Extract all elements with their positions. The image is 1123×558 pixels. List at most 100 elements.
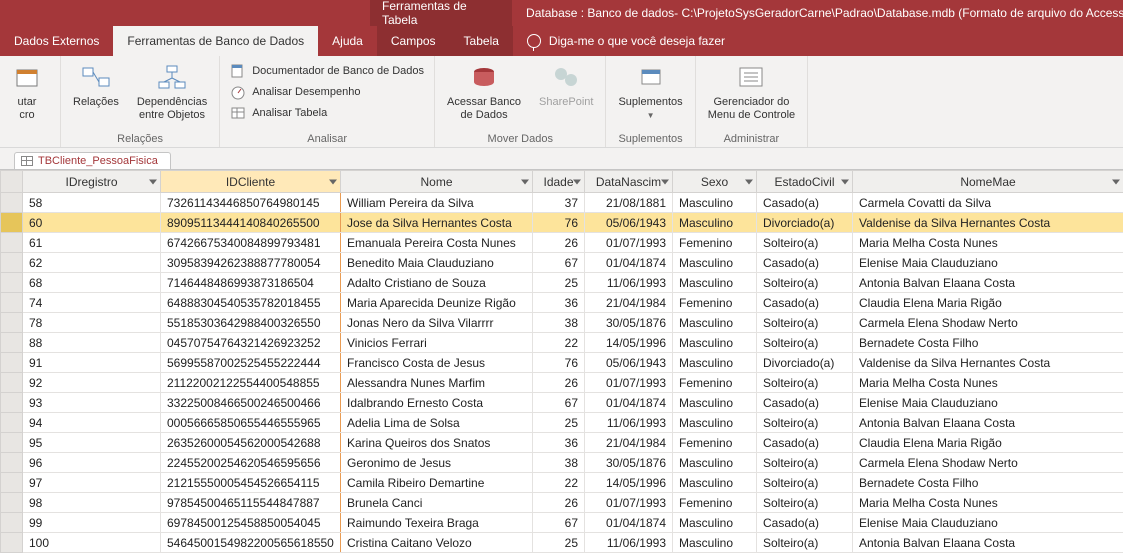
cell-idregistro[interactable]: 93 (23, 393, 161, 413)
cell-datanascim[interactable]: 11/06/1993 (585, 273, 673, 293)
cell-idcliente[interactable]: 5518530364298840032655​0 (161, 313, 341, 333)
cell-idade[interactable]: 26 (533, 233, 585, 253)
cell-idregistro[interactable]: 88 (23, 333, 161, 353)
row-selector[interactable] (1, 373, 23, 393)
table-row[interactable]: 989785450046511554484788​7Brunela Canci2… (1, 493, 1123, 513)
cell-datanascim[interactable]: 05/06/1943 (585, 353, 673, 373)
cell-idcliente[interactable]: 2245520025462054659565​6 (161, 453, 341, 473)
cell-datanascim[interactable]: 01/04/1874 (585, 253, 673, 273)
tab-dados-externos[interactable]: Dados Externos (0, 26, 113, 56)
cell-idcliente[interactable]: 9785450046511554484788​7 (161, 493, 341, 513)
cell-sexo[interactable]: Femenino (673, 233, 757, 253)
cell-idcliente[interactable]: 6978450012545885005404​5 (161, 513, 341, 533)
cell-datanascim[interactable]: 01/07/1993 (585, 373, 673, 393)
row-selector[interactable] (1, 233, 23, 253)
table-row[interactable]: 940005666585065544655596​5Adelia Lima de… (1, 413, 1123, 433)
table-tab-tbcliente[interactable]: TBCliente_PessoaFisica (14, 152, 171, 169)
dropdown-icon[interactable] (521, 179, 529, 184)
analyze-table-button[interactable]: Analisar Tabela (228, 104, 426, 122)
cell-idcliente[interactable]: 0457075476432142692325​2 (161, 333, 341, 353)
cell-sexo[interactable]: Masculino (673, 313, 757, 333)
tab-tabela[interactable]: Tabela (450, 26, 513, 56)
cell-nome[interactable]: Karina Queiros dos Snatos (341, 433, 533, 453)
cell-nome[interactable]: Adalto Cristiano de Souza (341, 273, 533, 293)
cell-idregistro[interactable]: 68 (23, 273, 161, 293)
cell-datanascim[interactable]: 14/05/1996 (585, 473, 673, 493)
dropdown-icon[interactable] (149, 179, 157, 184)
cell-nomemae[interactable]: Elenise Maia Clauduziano (853, 253, 1123, 273)
cell-estadocivil[interactable]: Casado(a) (757, 293, 853, 313)
cell-idcliente[interactable]: 5699558700252545522244​4 (161, 353, 341, 373)
cell-idade[interactable]: 38 (533, 313, 585, 333)
cell-nomemae[interactable]: Maria Melha Costa Nunes (853, 233, 1123, 253)
table-row[interactable]: 933322500846650024650046​6Idalbrando Ern… (1, 393, 1123, 413)
cell-idregistro[interactable]: 61 (23, 233, 161, 253)
row-selector[interactable] (1, 273, 23, 293)
cell-datanascim[interactable]: 01/04/1874 (585, 513, 673, 533)
cell-idcliente[interactable]: 0005666585065544655596​5 (161, 413, 341, 433)
table-row[interactable]: 616742667534008489979348​1Emanuala Perei… (1, 233, 1123, 253)
col-sexo[interactable]: Sexo (673, 171, 757, 193)
cell-nomemae[interactable]: Antonia Balvan Elaana Costa (853, 413, 1123, 433)
row-selector[interactable] (1, 413, 23, 433)
cell-nomemae[interactable]: Claudia Elena Maria Rigão (853, 433, 1123, 453)
col-nome[interactable]: Nome (341, 171, 533, 193)
cell-idregistro[interactable]: 95 (23, 433, 161, 453)
cell-datanascim[interactable]: 21/04/1984 (585, 293, 673, 313)
table-row[interactable]: 608909511344414084026550​0Jose da Silva … (1, 213, 1123, 233)
cell-idregistro[interactable]: 58 (23, 193, 161, 213)
cell-estadocivil[interactable]: Casado(a) (757, 393, 853, 413)
cell-idcliente[interactable]: 3095839426238887778005​4 (161, 253, 341, 273)
row-selector[interactable] (1, 533, 23, 553)
table-row[interactable]: 880457075476432142692325​2Vinicios Ferra… (1, 333, 1123, 353)
cell-idade[interactable]: 26 (533, 493, 585, 513)
cell-nome[interactable]: Alessandra Nunes Marfim (341, 373, 533, 393)
cell-sexo[interactable]: Masculino (673, 193, 757, 213)
tab-ferramentas-bd[interactable]: Ferramentas de Banco de Dados (113, 26, 318, 56)
row-selector[interactable] (1, 453, 23, 473)
cell-estadocivil[interactable]: Solteiro(a) (757, 493, 853, 513)
table-row[interactable]: 952635260005456200054268​8Karina Queiros… (1, 433, 1123, 453)
cell-estadocivil[interactable]: Solteiro(a) (757, 413, 853, 433)
table-row[interactable]: 623095839426238887778005​4Benedito Maia … (1, 253, 1123, 273)
cell-idade[interactable]: 26 (533, 373, 585, 393)
cell-idregistro[interactable]: 91 (23, 353, 161, 373)
table-row[interactable]: 915699558700252545522244​4Francisco Cost… (1, 353, 1123, 373)
datasheet[interactable]: IDregistro IDCliente Nome Idade DataNasc… (0, 170, 1123, 553)
cell-idade[interactable]: 76 (533, 213, 585, 233)
cell-nome[interactable]: Francisco Costa de Jesus (341, 353, 533, 373)
cell-nomemae[interactable]: Carmela Elena Shodaw Nerto (853, 313, 1123, 333)
cell-datanascim[interactable]: 21/04/1984 (585, 433, 673, 453)
cell-idade[interactable]: 36 (533, 433, 585, 453)
table-row[interactable]: 746488830454053578201845​5Maria Aparecid… (1, 293, 1123, 313)
cell-nome[interactable]: Cristina Caitano Velozo (341, 533, 533, 553)
cell-nomemae[interactable]: Bernadete Costa Filho (853, 473, 1123, 493)
cell-sexo[interactable]: Femenino (673, 433, 757, 453)
table-row[interactable]: 922112200212255440054885​5Alessandra Nun… (1, 373, 1123, 393)
cell-nome[interactable]: William Pereira da Silva (341, 193, 533, 213)
cell-idcliente[interactable]: 2635260005456200054268​8 (161, 433, 341, 453)
cell-idade[interactable]: 67 (533, 393, 585, 413)
cell-nome[interactable]: Jose da Silva Hernantes Costa (341, 213, 533, 233)
cell-nome[interactable]: Jonas Nero da Silva Vilarrrr (341, 313, 533, 333)
cell-sexo[interactable]: Masculino (673, 413, 757, 433)
dropdown-icon[interactable] (661, 179, 669, 184)
cell-datanascim[interactable]: 11/06/1993 (585, 533, 673, 553)
row-selector[interactable] (1, 293, 23, 313)
cell-idregistro[interactable]: 99 (23, 513, 161, 533)
cell-estadocivil[interactable]: Solteiro(a) (757, 273, 853, 293)
cell-sexo[interactable]: Femenino (673, 493, 757, 513)
cell-idcliente[interactable]: 7146448486993873186504 (161, 273, 341, 293)
cell-idcliente[interactable]: 2112200212255440054885​5 (161, 373, 341, 393)
cell-idade[interactable]: 37 (533, 193, 585, 213)
cell-idade[interactable]: 76 (533, 353, 585, 373)
cell-nomemae[interactable]: Antonia Balvan Elaana Costa (853, 273, 1123, 293)
cell-nomemae[interactable]: Elenise Maia Clauduziano (853, 513, 1123, 533)
cell-nomemae[interactable]: Carmela Covatti da Silva (853, 193, 1123, 213)
cell-estadocivil[interactable]: Solteiro(a) (757, 313, 853, 333)
tell-me-search[interactable]: Diga-me o que você deseja fazer (513, 26, 739, 56)
row-selector[interactable] (1, 313, 23, 333)
row-selector[interactable] (1, 473, 23, 493)
relationships-button[interactable]: Relações (69, 60, 123, 111)
cell-idcliente[interactable]: 8909511344414084026550​0 (161, 213, 341, 233)
